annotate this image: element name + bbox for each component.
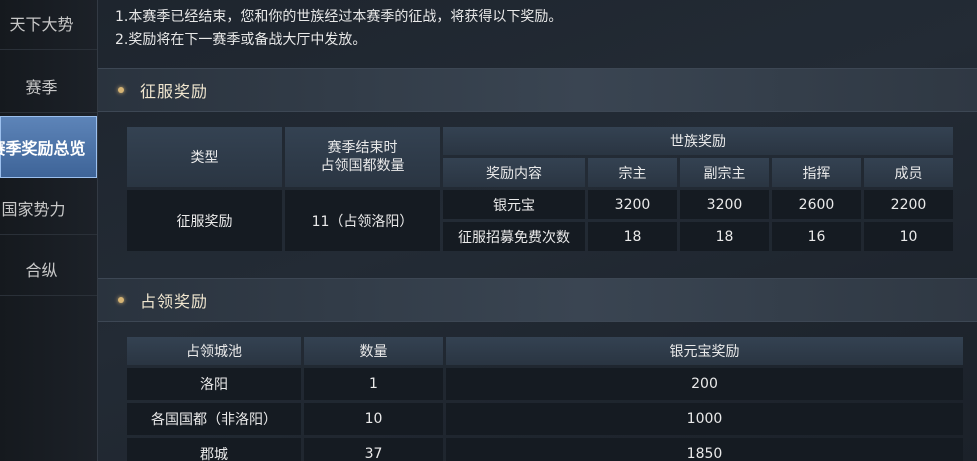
cell-reward: 1000 [446,403,963,435]
table-row: 洛阳 1 200 [127,368,963,400]
header-role-commander: 指挥 [772,158,861,187]
header-city: 占领城池 [127,337,301,365]
sidebar-item-alliance[interactable]: 合纵 [0,243,97,296]
cell-count: 10 [304,403,443,435]
header-capitals: 赛季结束时 占领国都数量 [285,127,440,187]
cell-value: 2600 [772,190,861,219]
sidebar-item-label: 天下大势 [9,15,74,34]
cell-count: 1 [304,368,443,400]
cell-city: 各国国都（非洛阳） [127,403,301,435]
cell-value: 3200 [680,190,769,219]
table-row: 郡城 37 1850 [127,438,963,461]
cell-reward: 200 [446,368,963,400]
header-clan-reward: 世族奖励 [443,127,953,155]
sidebar-item-label: 赛季奖励总览 [0,139,86,158]
cell-value: 3200 [588,190,677,219]
sidebar: 天下大势 赛季 赛季奖励总览 国家势力 合纵 [0,0,98,461]
header-role-vice-leader: 副宗主 [680,158,769,187]
notice-line-2: 2.奖励将在下一赛季或备战大厅中发放。 [115,32,367,48]
sidebar-item-label: 国家势力 [1,200,66,219]
notice-line-1: 1.本赛季已经结束，您和你的世族经过本赛季的征战，将获得以下奖励。 [115,9,563,25]
sidebar-item-label: 赛季 [25,78,58,97]
cell-value: 2200 [864,190,953,219]
section-title: 占领奖励 [140,292,209,311]
cell-value: 18 [680,222,769,251]
sidebar-item-nation-power[interactable]: 国家势力 [0,182,97,235]
sidebar-item-season-rewards-overview[interactable]: 赛季奖励总览 [0,116,97,178]
section-title: 征服奖励 [140,82,209,101]
cell-item-name: 银元宝 [443,190,585,219]
occupation-reward-table: 占领城池 数量 银元宝奖励 洛阳 1 200 各国国都（非洛阳） 10 1000… [124,334,966,461]
cell-city: 洛阳 [127,368,301,400]
cell-value: 10 [864,222,953,251]
cell-count: 37 [304,438,443,461]
header-capitals-line2: 占领国都数量 [320,158,405,174]
cell-value: 16 [772,222,861,251]
table-row: 各国国都（非洛阳） 10 1000 [127,403,963,435]
header-role-leader: 宗主 [588,158,677,187]
conquest-reward-table: 类型 赛季结束时 占领国都数量 世族奖励 奖励内容 宗主 副宗主 指挥 成员 征… [124,124,956,254]
cell-capitals: 11（占领洛阳） [285,190,440,251]
occupation-reward-header: 占领奖励 [98,278,977,322]
header-capitals-line1: 赛季结束时 [327,140,398,156]
season-end-notice: 1.本赛季已经结束，您和你的世族经过本赛季的征战，将获得以下奖励。 2.奖励将在… [115,6,562,52]
sidebar-item-label: 合纵 [25,261,58,280]
main-panel: 1.本赛季已经结束，您和你的世族经过本赛季的征战，将获得以下奖励。 2.奖励将在… [98,0,977,461]
cell-value: 18 [588,222,677,251]
bullet-icon [118,87,124,93]
cell-type: 征服奖励 [127,190,282,251]
header-type: 类型 [127,127,282,187]
table-row: 征服奖励 11（占领洛阳） 银元宝 3200 3200 2600 2200 [127,190,953,251]
sidebar-item-season[interactable]: 赛季 [0,60,97,113]
cell-item-name: 征服招募免费次数 [443,222,585,251]
cell-city: 郡城 [127,438,301,461]
header-count: 数量 [304,337,443,365]
cell-reward: 1850 [446,438,963,461]
sidebar-item-world-situation[interactable]: 天下大势 [0,0,97,50]
header-role-member: 成员 [864,158,953,187]
bullet-icon [118,297,124,303]
conquest-reward-header: 征服奖励 [98,68,977,112]
header-silver-reward: 银元宝奖励 [446,337,963,365]
header-content: 奖励内容 [443,158,585,187]
